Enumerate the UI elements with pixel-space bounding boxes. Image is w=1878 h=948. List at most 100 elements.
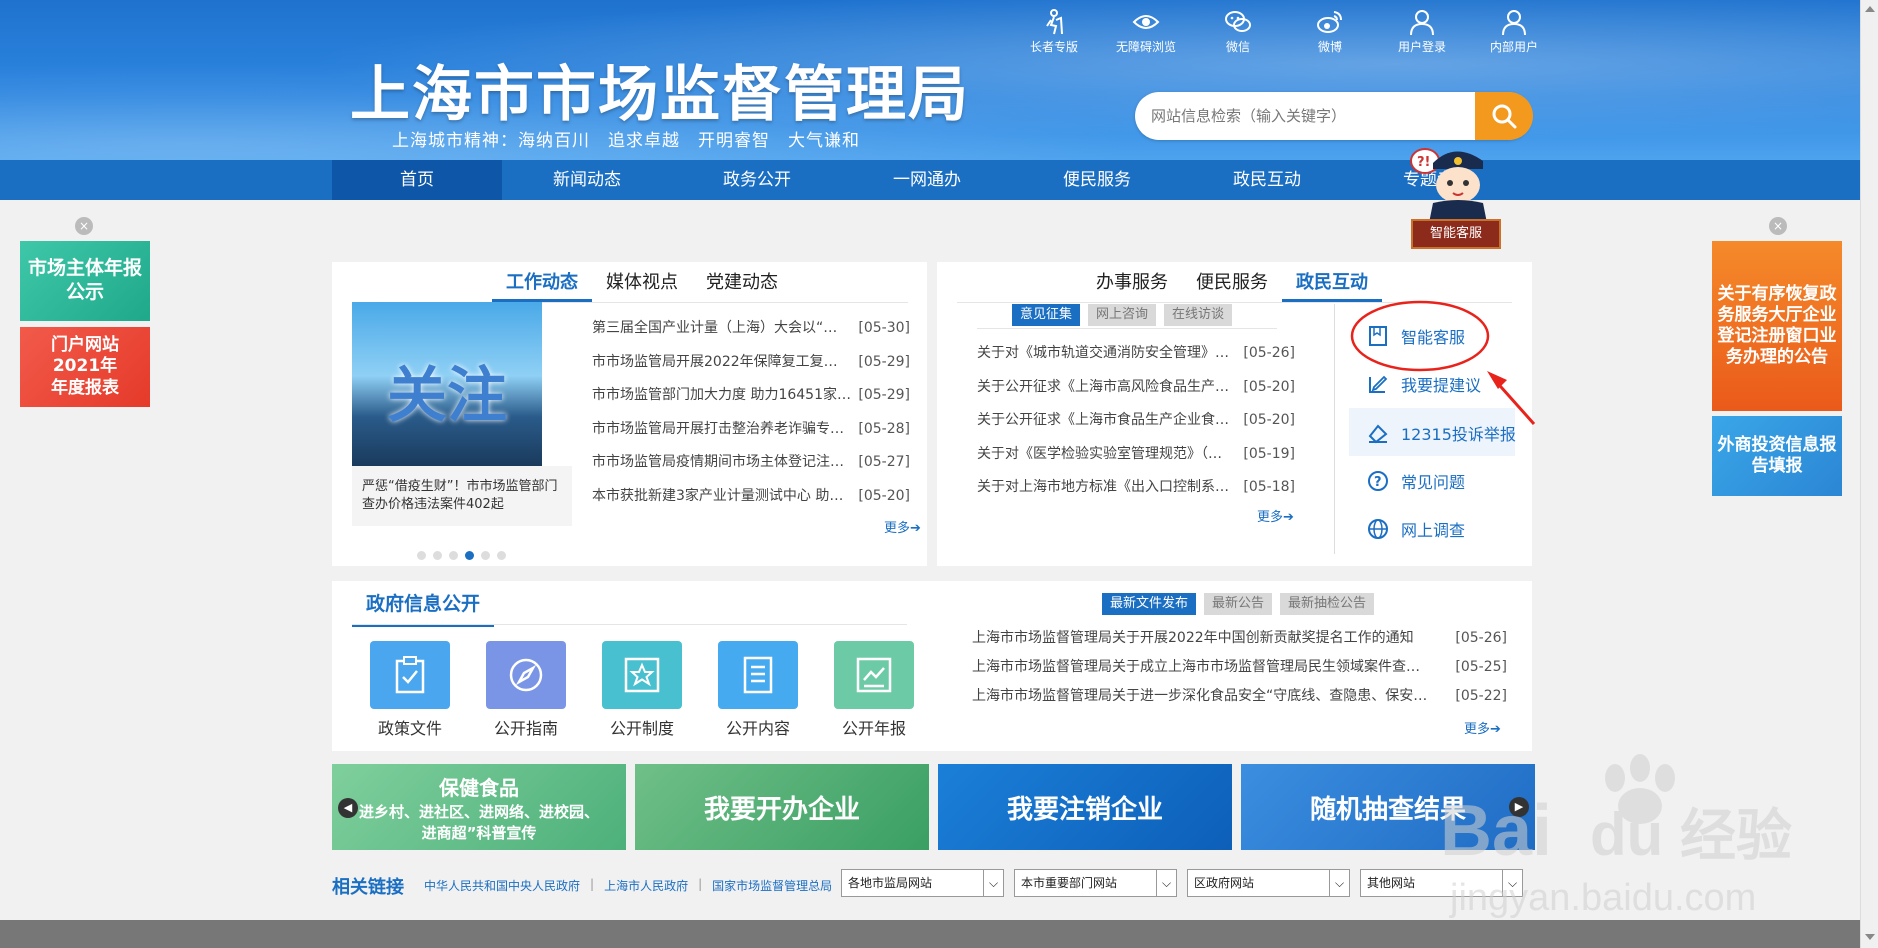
- nav-interaction[interactable]: 政民互动: [1182, 160, 1352, 200]
- tab-party-news[interactable]: 党建动态: [692, 266, 792, 302]
- pill-latest-files[interactable]: 最新文件发布: [1102, 593, 1197, 615]
- gov-more-link[interactable]: 更多➔: [1464, 718, 1501, 737]
- tool-user-login[interactable]: 用户登录: [1376, 8, 1468, 55]
- related-links: 中华人民共和国中央人民政府 | 上海市人民政府 | 国家市场监督管理总局: [424, 877, 832, 894]
- scroll-up-icon[interactable]: [1865, 6, 1875, 12]
- carousel-dot[interactable]: [433, 551, 442, 560]
- tab-affairs-service[interactable]: 办事服务: [1082, 266, 1182, 302]
- select-city-departments[interactable]: 本市重要部门网站 ⌵: [1014, 869, 1177, 897]
- pill-latest-notice[interactable]: 最新公告: [1204, 593, 1273, 615]
- gov-item-label: 公开指南: [493, 719, 558, 738]
- news-more-link[interactable]: 更多➔: [884, 517, 921, 536]
- header-banner: 上海市市场监督管理局 上海城市精神：海纳百川 追求卓越 开明睿智 大气谦和 长者…: [0, 0, 1860, 160]
- list-item[interactable]: 关于对《医学检验实验室管理规范》（… [05-19]: [977, 438, 1295, 472]
- carousel-dot[interactable]: [417, 551, 426, 560]
- gov-item-label: 政策文件: [377, 719, 442, 738]
- tab-work-news[interactable]: 工作动态: [492, 266, 592, 302]
- news-feature-caption[interactable]: 严惩“借疫生财”！市市场监管部门查办价格违法案件402起: [352, 466, 572, 526]
- list-item[interactable]: 市市场监管部门加大力度 助力16451家… [05-29]: [592, 379, 910, 413]
- tab-media-view[interactable]: 媒体视点: [592, 266, 692, 302]
- search-button[interactable]: [1475, 92, 1533, 140]
- weibo-icon: [1317, 11, 1342, 33]
- carousel-next-button[interactable]: ▶: [1509, 797, 1529, 817]
- select-district-gov[interactable]: 区政府网站 ⌵: [1187, 869, 1350, 897]
- tool-weibo[interactable]: 微博: [1284, 8, 1376, 55]
- tool-label: 用户登录: [1397, 40, 1446, 54]
- carousel-dot[interactable]: [481, 551, 490, 560]
- tool-elder[interactable]: 长者专版: [1008, 8, 1100, 55]
- list-item[interactable]: 上海市市场监督管理局关于开展2022年中国创新贡献奖提名工作的通知 [05-26]: [972, 624, 1507, 653]
- search-input[interactable]: [1151, 102, 1451, 130]
- right-ads-close-button[interactable]: ×: [1769, 217, 1787, 235]
- carousel-dot[interactable]: [449, 551, 458, 560]
- banner-close-business[interactable]: 我要注销企业: [938, 764, 1232, 850]
- link-central-gov[interactable]: 中华人民共和国中央人民政府: [424, 877, 580, 894]
- file-title: 上海市市场监督管理局关于成立上海市市场监督管理局民生领域案件查…: [972, 659, 1420, 675]
- smart-service-robot[interactable]: ?! 智能客服: [1405, 143, 1505, 251]
- ad-annual-report-public[interactable]: 市场主体年报公示: [20, 241, 150, 321]
- gov-item-policy[interactable]: 政策文件: [362, 641, 458, 739]
- list-item[interactable]: 上海市市场监督管理局关于成立上海市市场监督管理局民生领域案件查… [05-25]: [972, 653, 1507, 682]
- carousel-prev-button[interactable]: ◀: [338, 798, 358, 818]
- tool-internal-user[interactable]: 内部用户: [1468, 8, 1560, 55]
- list-item[interactable]: 市市场监管局疫情期间市场主体登记注… [05-27]: [592, 446, 910, 480]
- gov-info-title[interactable]: 政府信息公开: [352, 589, 495, 627]
- ad-resume-service-notice[interactable]: 关于有序恢复政务服务大厅企业登记注册窗口业务办理的公告: [1712, 241, 1842, 411]
- pill-latest-inspection[interactable]: 最新抽检公告: [1280, 593, 1375, 615]
- tab-public-service[interactable]: 便民服务: [1182, 266, 1282, 302]
- tool-wechat[interactable]: 微信: [1192, 8, 1284, 55]
- carousel-dot[interactable]: [497, 551, 506, 560]
- left-ads-close-button[interactable]: ×: [75, 217, 93, 235]
- gov-item-system[interactable]: 公开制度: [594, 641, 690, 739]
- gov-item-annual-report[interactable]: 公开年报: [826, 641, 922, 739]
- select-local-bureaus[interactable]: 各地市监局网站 ⌵: [841, 869, 1004, 897]
- tool-label: 内部用户: [1489, 40, 1538, 54]
- tool-label: 微信: [1225, 40, 1250, 54]
- nav-public-service[interactable]: 便民服务: [1012, 160, 1182, 200]
- link-samr[interactable]: 国家市场监督管理总局: [712, 877, 832, 894]
- ad-line: 年度报表: [51, 377, 119, 398]
- list-item[interactable]: 上海市市场监督管理局关于进一步深化食品安全“守底线、查隐患、保安… [05-22]: [972, 682, 1507, 711]
- service-online-survey[interactable]: 网上调查: [1367, 517, 1465, 541]
- site-title[interactable]: 上海市市场监督管理局: [350, 46, 970, 133]
- tool-accessibility[interactable]: 无障碍浏览: [1100, 8, 1192, 55]
- list-item[interactable]: 市市场监管局开展2022年保障复工复… [05-29]: [592, 346, 910, 380]
- nav-gov-affairs[interactable]: 政务公开: [672, 160, 842, 200]
- service-faq[interactable]: ? 常见问题: [1367, 469, 1465, 493]
- ad-portal-annual-report[interactable]: 门户网站 2021年 年度报表: [20, 327, 150, 407]
- list-item[interactable]: 关于对上海市地方标准《出入口控制系… [05-18]: [977, 471, 1295, 505]
- opinion-more-link[interactable]: 更多➔: [1257, 506, 1294, 525]
- opinion-title: 关于对《城市轨道交通消防安全管理》…: [977, 345, 1229, 361]
- gov-item-guide[interactable]: 公开指南: [478, 641, 574, 739]
- file-title: 上海市市场监督管理局关于开展2022年中国创新贡献奖提名工作的通知: [972, 630, 1414, 646]
- list-item[interactable]: 关于公开征求《上海市高风险食品生产… [05-20]: [977, 371, 1295, 405]
- opinion-date: [05-20]: [1243, 378, 1295, 395]
- nav-news[interactable]: 新闻动态: [502, 160, 672, 200]
- nav-one-net[interactable]: 一网通办: [842, 160, 1012, 200]
- list-item[interactable]: 第三届全国产业计量（上海）大会以“… [05-30]: [592, 312, 910, 346]
- ad-foreign-investment-report[interactable]: 外商投资信息报告填报: [1712, 416, 1842, 496]
- pill-opinion-collection[interactable]: 意见征集: [1012, 304, 1081, 326]
- star-frame-icon: [602, 641, 682, 709]
- chevron-down-icon: ⌵: [1502, 870, 1522, 896]
- carousel-dot-active[interactable]: [465, 551, 474, 560]
- banner-open-business[interactable]: 我要开办企业: [635, 764, 929, 850]
- file-date: [05-25]: [1455, 659, 1507, 675]
- pill-online-interview[interactable]: 在线访谈: [1164, 304, 1233, 326]
- news-feature-image[interactable]: 关注: [352, 302, 542, 466]
- list-item[interactable]: 本市获批新建3家产业计量测试中心 助… [05-20]: [592, 480, 910, 514]
- list-item[interactable]: 市市场监管局开展打击整治养老诈骗专… [05-28]: [592, 413, 910, 447]
- gov-item-content[interactable]: 公开内容: [710, 641, 806, 739]
- pill-online-consult[interactable]: 网上咨询: [1088, 304, 1157, 326]
- select-value: 区政府网站: [1194, 876, 1255, 890]
- list-item[interactable]: 关于对《城市轨道交通消防安全管理》… [05-26]: [977, 337, 1295, 371]
- list-item[interactable]: 关于公开征求《上海市食品生产企业食… [05-20]: [977, 404, 1295, 438]
- link-shanghai-gov[interactable]: 上海市人民政府: [604, 877, 688, 894]
- banner-health-food[interactable]: 保健食品 进乡村、进社区、进网络、进校园、 进商超”科普宣传 ◀: [332, 764, 626, 850]
- nav-home[interactable]: 首页: [332, 160, 502, 200]
- scroll-down-icon[interactable]: [1865, 934, 1875, 940]
- select-value: 其他网站: [1367, 876, 1416, 890]
- page-scrollbar[interactable]: [1860, 0, 1878, 948]
- select-other-sites[interactable]: 其他网站 ⌵: [1360, 869, 1523, 897]
- banner-random-inspection[interactable]: 随机抽查结果 ▶: [1241, 764, 1535, 850]
